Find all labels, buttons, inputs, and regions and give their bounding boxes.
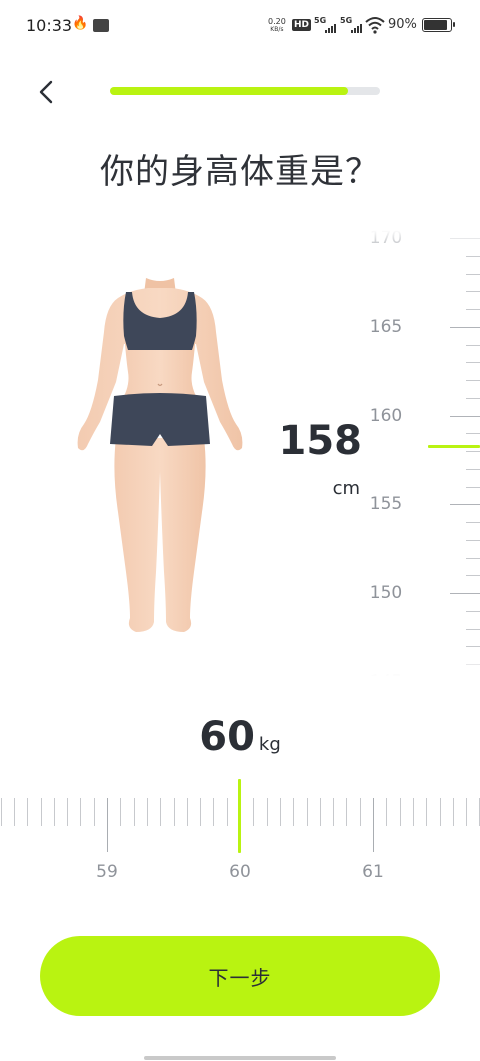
height-ruler-minor-tick [466, 362, 480, 364]
app-notification-icon [93, 19, 109, 32]
height-ruler-minor-tick [466, 575, 480, 577]
height-ruler-label: 160 [369, 405, 403, 426]
height-ruler-minor-tick [466, 646, 480, 648]
weight-ruler-label: 59 [96, 862, 118, 882]
progress-bar [110, 87, 380, 95]
height-ruler-minor-tick [466, 557, 480, 559]
net-speed: 0.20 KB/s [268, 18, 286, 34]
weight-ruler-minor-tick [253, 798, 255, 826]
height-ruler-minor-tick [466, 273, 480, 275]
weight-ruler-minor-tick [412, 798, 414, 826]
weight-ruler-minor-tick [452, 798, 454, 826]
weight-ruler-minor-tick [266, 798, 268, 826]
weight-ruler-label: 60 [229, 862, 251, 882]
weight-ruler-minor-tick [67, 798, 69, 826]
weight-ruler-minor-tick [439, 798, 441, 826]
weight-ruler-minor-tick [160, 798, 162, 826]
flame-icon: 🔥 [72, 16, 89, 31]
signal-icon: 5G [340, 16, 362, 34]
weight-ruler-minor-tick [186, 798, 188, 826]
height-ruler-minor-tick [466, 610, 480, 612]
height-ruler-minor-tick [466, 539, 480, 541]
height-ruler-minor-tick [466, 664, 480, 665]
net-speed-unit: KB/s [270, 26, 284, 33]
status-time: 10:33 [26, 16, 73, 35]
weight-ruler-minor-tick [120, 798, 122, 826]
wifi-icon [365, 17, 385, 34]
height-ruler-minor-tick [466, 628, 480, 630]
weight-ruler-minor-tick [13, 798, 15, 826]
height-ruler-major-tick [450, 593, 480, 594]
height-ruler-label: 155 [369, 494, 403, 515]
weight-ruler-indicator [238, 779, 241, 853]
height-ruler-minor-tick [466, 451, 480, 452]
hd-voice-icon: HD [292, 19, 312, 31]
weight-ruler-minor-tick [27, 798, 29, 826]
home-indicator[interactable] [144, 1056, 336, 1060]
weight-unit: kg [258, 734, 281, 755]
chevron-left-icon[interactable] [28, 72, 68, 112]
weight-ruler-minor-tick [386, 798, 388, 826]
weight-ruler-minor-tick [333, 798, 335, 826]
weight-ruler-minor-tick [279, 798, 281, 826]
weight-ruler-minor-tick [359, 798, 361, 826]
height-ruler-minor-tick [466, 522, 480, 523]
weight-ruler-minor-tick [306, 798, 308, 826]
weight-ruler-minor-tick [40, 798, 42, 826]
weight-ruler-minor-tick [0, 798, 2, 826]
height-value: 158 [278, 418, 363, 464]
signal-icon: 5G [314, 16, 336, 34]
weight-ruler-minor-tick [293, 798, 295, 826]
weight-ruler-minor-tick [133, 798, 135, 826]
weight-ruler-minor-tick [466, 798, 468, 826]
weight-ruler-minor-tick [226, 798, 228, 826]
height-ruler-label: 145 [360, 672, 412, 676]
status-bar: 10:33 🔥 0.20 KB/s HD 5G 5G 90% [0, 0, 480, 52]
weight-ruler-minor-tick [93, 798, 95, 826]
height-ruler-minor-tick [466, 344, 480, 346]
height-ruler-minor-tick [466, 468, 480, 470]
body-figure-illustration [77, 278, 243, 632]
height-ruler-minor-tick [466, 397, 480, 399]
net-speed-value: 0.20 [268, 17, 286, 26]
weight-ruler-minor-tick [346, 798, 348, 826]
height-ruler-minor-tick [466, 291, 480, 293]
weight-ruler-minor-tick [173, 798, 175, 826]
weight-ruler-minor-tick [146, 798, 148, 826]
next-step-button[interactable]: 下一步 [40, 936, 440, 1016]
height-ruler-major-tick [450, 326, 480, 328]
weight-ruler-major-tick [107, 798, 108, 852]
page-title: 你的身高体重是？ [100, 152, 380, 192]
height-unit: cm [332, 478, 360, 499]
weight-ruler-minor-tick [53, 798, 55, 826]
weight-ruler-minor-tick [426, 798, 428, 826]
height-ruler[interactable]: 170 165 160 155 150 145 [360, 230, 480, 676]
height-ruler-major-tick [450, 415, 480, 417]
height-ruler-minor-tick [466, 486, 480, 488]
battery-level [424, 20, 448, 30]
height-ruler-major-tick [450, 504, 480, 506]
height-ruler-minor-tick [466, 309, 480, 310]
battery-icon [422, 18, 455, 32]
weight-ruler-label: 61 [362, 862, 384, 882]
weight-ruler-minor-tick [200, 798, 202, 826]
weight-ruler-major-tick [373, 798, 374, 852]
height-ruler-label: 150 [369, 583, 403, 603]
height-ruler-label: 170 [369, 230, 403, 248]
height-ruler-indicator [428, 445, 480, 448]
height-ruler-minor-tick [466, 255, 480, 257]
height-ruler-label: 165 [369, 316, 403, 337]
weight-ruler-minor-tick [399, 798, 401, 826]
height-ruler-minor-tick [466, 380, 480, 381]
weight-ruler-minor-tick [80, 798, 82, 826]
weight-ruler-minor-tick [319, 798, 321, 826]
weight-ruler-minor-tick [213, 798, 215, 826]
battery-percent: 90% [388, 17, 417, 32]
height-ruler-major-tick [450, 238, 480, 239]
progress-fill [110, 87, 348, 95]
weight-readout: 60 kg [0, 714, 480, 760]
weight-value: 60 [199, 714, 255, 760]
height-ruler-minor-tick [466, 433, 480, 435]
